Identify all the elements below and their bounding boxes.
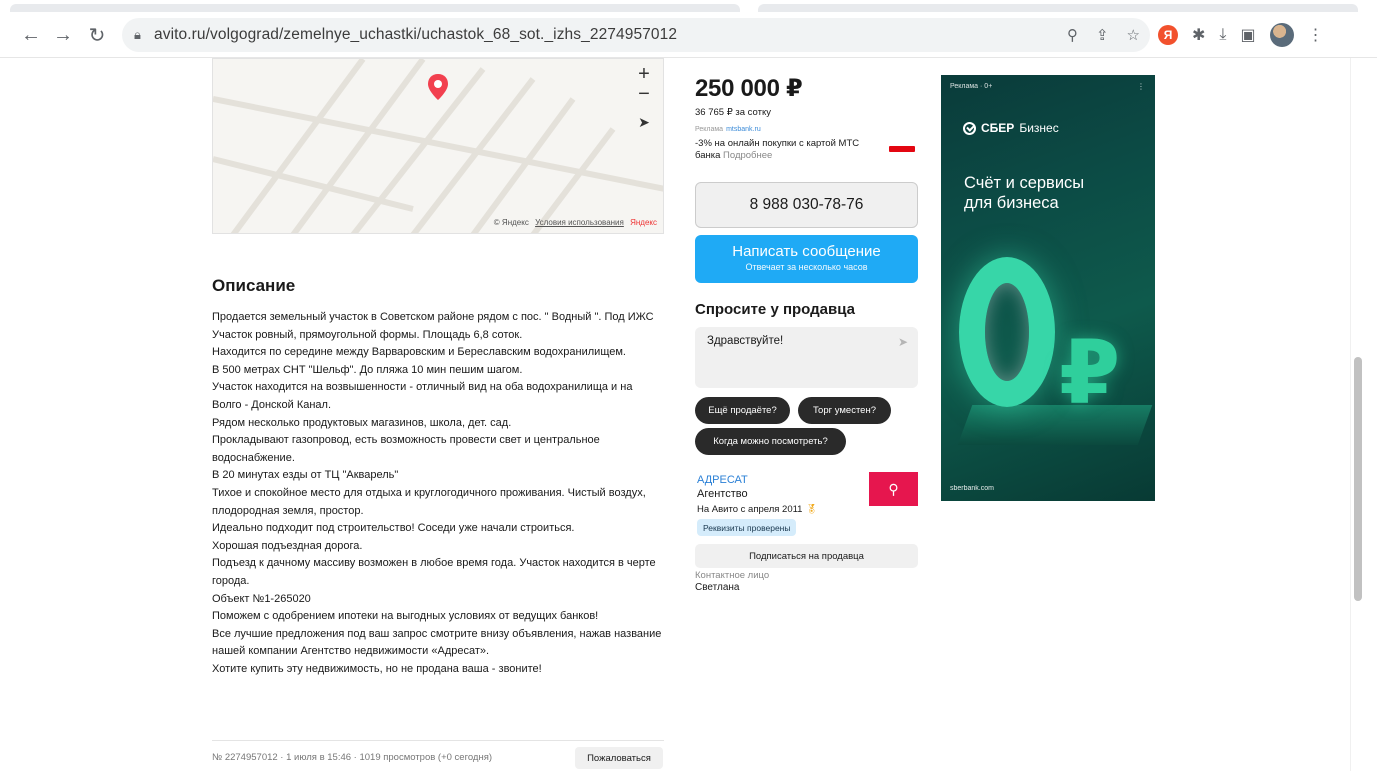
report-button[interactable]: Пожаловаться bbox=[575, 747, 663, 769]
ad-ruble-graphic: ₽ bbox=[1059, 323, 1121, 422]
ad-headline: Счёт и сервисы для бизнеса bbox=[964, 173, 1084, 213]
ad-zero-graphic bbox=[959, 257, 1055, 407]
side-panel-icon[interactable]: ▣ bbox=[1240, 25, 1255, 45]
description-line: Тихое и спокойное место для отдыха и кру… bbox=[212, 486, 646, 517]
zoom-icon[interactable]: ⚲ bbox=[1067, 26, 1078, 44]
download-icon[interactable]: ⤓ bbox=[1219, 26, 1226, 44]
browser-tab[interactable] bbox=[758, 4, 1358, 12]
url-text[interactable]: avito.ru/volgograd/zemelnye_uchastki/uch… bbox=[154, 26, 677, 44]
browser-toolbar: ← → ↻ 🔒︎ avito.ru/volgograd/zemelnye_uch… bbox=[0, 12, 1377, 58]
forward-icon[interactable]: → bbox=[46, 18, 80, 52]
description-line: Продается земельный участок в Советском … bbox=[212, 311, 654, 323]
description-line: Объект №1-265020 bbox=[212, 592, 311, 605]
yandex-extension-icon[interactable]: Я bbox=[1158, 25, 1178, 45]
seller-since-text: На Авито с апреля 2011 bbox=[697, 504, 803, 515]
quick-question-chip[interactable]: Ещё продаёте? bbox=[695, 397, 790, 424]
mts-bank-logo[interactable] bbox=[889, 146, 915, 152]
promo-domain-link[interactable]: mtsbank.ru bbox=[726, 126, 761, 133]
reload-icon[interactable]: ↻ bbox=[80, 18, 114, 52]
scrollbar-thumb[interactable] bbox=[1354, 357, 1362, 601]
geolocation-icon[interactable]: ➤ bbox=[627, 109, 661, 135]
ask-seller-input[interactable]: Здравствуйте! ➤ bbox=[695, 327, 918, 388]
item-meta: № 2274957012 · 1 июля в 15:46 · 1019 про… bbox=[212, 752, 493, 763]
sber-business-logo: СБЕР Бизнес bbox=[963, 121, 1059, 135]
map-terms-link[interactable]: Условия использования bbox=[535, 218, 624, 227]
show-phone-button[interactable]: 8 988 030-78-76 bbox=[695, 182, 918, 228]
description-title: Описание bbox=[212, 276, 296, 295]
medal-icon: 🏅︎ bbox=[805, 504, 818, 515]
description-line: Рядом несколько продуктовых магазинов, ш… bbox=[212, 416, 512, 429]
ad-headline-line: Счёт и сервисы bbox=[964, 174, 1085, 192]
share-icon[interactable]: ⇪ bbox=[1096, 26, 1109, 44]
ad-headline-line: для бизнеса bbox=[964, 194, 1059, 212]
bookmark-star-icon[interactable]: ☆ bbox=[1127, 26, 1140, 44]
description-line: Находится по середине между Варваровским… bbox=[212, 346, 626, 359]
zoom-out-icon[interactable]: − bbox=[627, 81, 661, 107]
back-icon[interactable]: ← bbox=[14, 18, 48, 52]
seller-name-link[interactable]: АДРЕСАТ bbox=[697, 474, 748, 486]
send-icon[interactable]: ➤ bbox=[898, 335, 908, 349]
browser-tab[interactable] bbox=[10, 4, 740, 12]
ask-seller-title: Спросите у продавца bbox=[695, 301, 855, 318]
price: 250 000 ₽ bbox=[695, 75, 803, 102]
description-line: Хотите купить эту недвижимость, но не пр… bbox=[212, 662, 542, 675]
price-per-unit: 36 765 ₽ за сотку bbox=[695, 107, 771, 118]
sber-logo-icon bbox=[963, 121, 976, 135]
ask-input-value[interactable]: Здравствуйте! bbox=[707, 335, 783, 347]
profile-avatar[interactable] bbox=[1269, 23, 1294, 47]
description-line: Идеально подходит под строительство! Сос… bbox=[212, 522, 575, 535]
description-line: Все лучшие предложения под ваш запрос см… bbox=[212, 627, 662, 658]
description-line: Хорошая подъездная дорога. bbox=[212, 539, 363, 552]
ad-banner[interactable]: Реклама · 0+ ⋮ СБЕР Бизнес Счёт и сервис… bbox=[941, 75, 1155, 501]
description-line: В 500 метрах СНТ "Шельф". До пляжа 10 ми… bbox=[212, 363, 523, 376]
description-line: Участок ровный, прямоугольной формы. Пло… bbox=[212, 328, 523, 341]
contact-person-label: Контактное лицо bbox=[695, 570, 770, 581]
lock-icon[interactable]: 🔒︎ bbox=[134, 27, 154, 43]
promo-offer[interactable]: -3% на онлайн покупки с картой МТС банка bbox=[695, 138, 859, 161]
address-bar[interactable]: 🔒︎ avito.ru/volgograd/zemelnye_uchastki/… bbox=[122, 18, 1150, 52]
yandex-logo[interactable]: Яндекс bbox=[630, 218, 657, 227]
promo-more-link[interactable]: Подробнее bbox=[723, 150, 772, 161]
map-pin-icon[interactable] bbox=[427, 73, 449, 101]
write-message-label: Написать сообщение bbox=[732, 243, 881, 260]
ad-pedestal bbox=[957, 405, 1153, 445]
map-attribution: © Яндекс Условия использования Яндекс bbox=[494, 218, 657, 227]
sber-brand: СБЕР bbox=[981, 121, 1015, 135]
menu-kebab-icon[interactable]: ⋮ bbox=[1308, 25, 1324, 45]
promo-label: Реклама mtsbank.ru bbox=[695, 126, 761, 133]
description-text: Продается земельный участок в Советском … bbox=[212, 309, 662, 678]
seller-logo[interactable]: ⚲ bbox=[869, 472, 918, 506]
quick-question-chip[interactable]: Когда можно посмотреть? bbox=[695, 428, 846, 455]
contact-person-name: Светлана bbox=[695, 582, 740, 593]
extensions-icon[interactable]: ✱ bbox=[1192, 25, 1205, 45]
description-line: Поможем с одобрением ипотеки на выгодных… bbox=[212, 610, 599, 623]
quick-question-chip[interactable]: Торг уместен? bbox=[798, 397, 891, 424]
agency-logo-icon: ⚲ bbox=[888, 480, 899, 497]
tab-strip bbox=[0, 0, 1377, 12]
ad-domain: sberbank.com bbox=[950, 485, 994, 492]
seller-type: Агентство bbox=[697, 488, 748, 500]
description-line: В 20 минутах езды от ТЦ "Акварель" bbox=[212, 469, 399, 482]
subscribe-button[interactable]: Подписаться на продавца bbox=[695, 544, 918, 568]
location-map[interactable]: + − ➤ © Яндекс Условия использования Янд… bbox=[212, 58, 664, 234]
promo-text[interactable]: -3% на онлайн покупки с картой МТС банка… bbox=[695, 138, 860, 162]
write-message-button[interactable]: Написать сообщение Отвечает за несколько… bbox=[695, 235, 918, 283]
ad-info-icon[interactable]: ⋮ bbox=[1137, 82, 1145, 91]
map-copyright: © Яндекс bbox=[493, 218, 529, 227]
promo-ad-tag: Реклама bbox=[695, 126, 724, 133]
description-line: Прокладывают газопровод, есть возможност… bbox=[212, 434, 600, 464]
divider bbox=[212, 740, 664, 741]
seller-since: На Авито с апреля 2011 🏅︎ bbox=[697, 504, 818, 515]
verified-badge: Реквизиты проверены bbox=[697, 519, 797, 536]
response-time: Отвечает за несколько часов bbox=[745, 262, 868, 272]
sber-brand-suffix: Бизнес bbox=[1019, 121, 1059, 135]
ad-label: Реклама · 0+ bbox=[950, 83, 993, 90]
description-line: Подъезд к дачному массиву возможен в люб… bbox=[212, 557, 656, 587]
description-line: Участок находится на возвышенности - отл… bbox=[212, 381, 633, 411]
